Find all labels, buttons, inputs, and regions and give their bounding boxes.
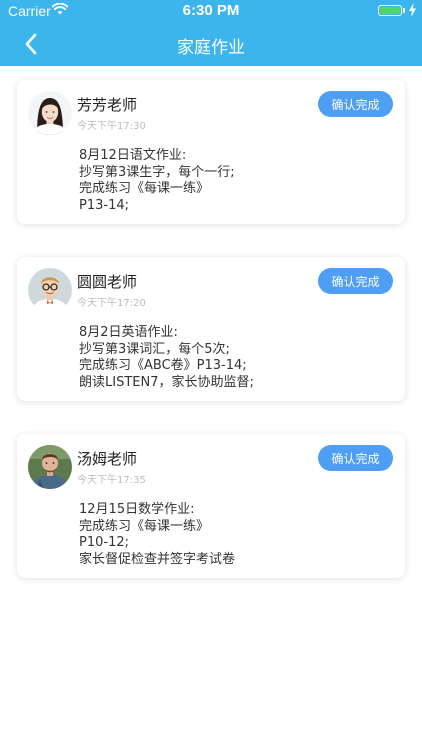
homework-line: 8月2日英语作业: xyxy=(79,325,178,340)
teacher-name: 汤姆老师 xyxy=(77,450,138,468)
status-bar: Carrier 6:30 PM xyxy=(0,0,422,22)
header: Carrier 6:30 PM 家庭作业 xyxy=(0,0,422,66)
homework-content: 8月12日语文作业: 抄写第3课生字，每个一行; 完成练习《每课一练》 P13-… xyxy=(79,148,235,214)
homework-line: P13-14; xyxy=(79,197,129,213)
teacher-name: 圆圆老师 xyxy=(77,273,138,291)
battery-cap xyxy=(403,8,405,13)
homework-card: 圆圆老师 今天下午17:20 确认完成 8月2日英语作业: 抄写第3课词汇，每个… xyxy=(17,257,405,401)
charging-bolt-icon xyxy=(409,3,416,21)
timestamp: 今天下午17:35 xyxy=(77,475,146,486)
page-title: 家庭作业 xyxy=(177,38,245,58)
homework-line: P10-12; xyxy=(79,535,129,550)
confirm-complete-button[interactable]: 确认完成 xyxy=(318,91,393,117)
homework-line: 朗读LISTEN7，家长协助监督; xyxy=(79,374,254,390)
nav-bar: 家庭作业 xyxy=(0,22,422,66)
avatar xyxy=(28,91,72,135)
homework-line: 12月15日数学作业: xyxy=(79,502,195,517)
timestamp: 今天下午17:20 xyxy=(77,298,146,309)
status-time: 6:30 PM xyxy=(182,2,240,19)
confirm-complete-button[interactable]: 确认完成 xyxy=(318,445,393,471)
homework-card: 汤姆老师 今天下午17:35 确认完成 12月15日数学作业: 完成练习《每课一… xyxy=(17,434,405,578)
homework-line: 家长督促检查并签字考试卷 xyxy=(79,551,236,567)
homework-line: 8月12日语文作业: xyxy=(79,148,187,163)
avatar xyxy=(28,268,72,312)
homework-line: 抄写第3课生字，每个一行; xyxy=(79,164,235,180)
homework-line: 抄写第3课词汇，每个5次; xyxy=(79,341,230,357)
timestamp: 今天下午17:30 xyxy=(77,121,146,132)
battery-icon xyxy=(378,5,402,16)
teacher-name: 芳芳老师 xyxy=(77,96,138,114)
homework-line: 完成练习《ABC卷》P13-14; xyxy=(79,358,247,373)
homework-card: 芳芳老师 今天下午17:30 确认完成 8月12日语文作业: 抄写第3课生字，每… xyxy=(17,80,405,224)
homework-content: 8月2日英语作业: 抄写第3课词汇，每个5次; 完成练习《ABC卷》P13-14… xyxy=(79,325,254,391)
homework-line: 完成练习《每课一练》 xyxy=(79,181,210,196)
confirm-complete-button[interactable]: 确认完成 xyxy=(318,268,393,294)
avatar xyxy=(28,445,72,489)
homework-content: 12月15日数学作业: 完成练习《每课一练》 P10-12; 家长督促检查并签字… xyxy=(79,502,235,568)
homework-line: 完成练习《每课一练》 xyxy=(79,518,210,534)
